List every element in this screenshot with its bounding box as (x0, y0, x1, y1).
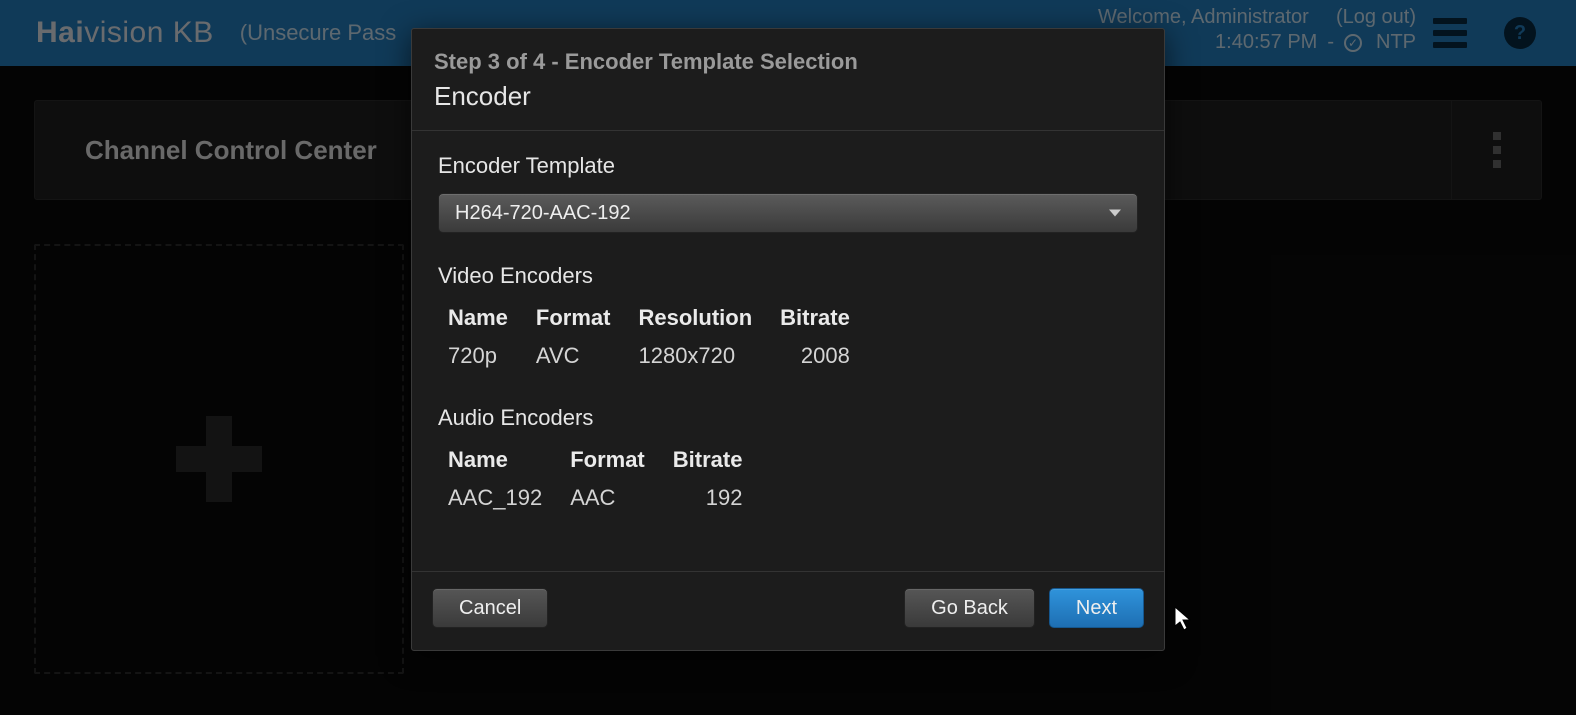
go-back-button[interactable]: Go Back (904, 588, 1035, 628)
cell-format: AVC (536, 337, 639, 375)
audio-encoders-heading: Audio Encoders (438, 405, 1138, 431)
video-encoders-table: Name Format Resolution Bitrate 720p AVC … (448, 299, 878, 375)
cell-name: AAC_192 (448, 479, 570, 517)
chevron-down-icon (1109, 210, 1121, 217)
table-header-row: Name Format Bitrate (448, 441, 770, 479)
modal-overlay: Step 3 of 4 - Encoder Template Selection… (0, 0, 1576, 715)
col-bitrate: Bitrate (780, 299, 878, 337)
audio-encoders-table: Name Format Bitrate AAC_192 AAC 192 (448, 441, 770, 517)
col-resolution: Resolution (638, 299, 780, 337)
encoder-template-modal: Step 3 of 4 - Encoder Template Selection… (411, 28, 1165, 651)
col-name: Name (448, 441, 570, 479)
col-format: Format (570, 441, 673, 479)
col-bitrate: Bitrate (673, 441, 771, 479)
cell-resolution: 1280x720 (638, 337, 780, 375)
cancel-button[interactable]: Cancel (432, 588, 548, 628)
col-format: Format (536, 299, 639, 337)
modal-title: Encoder (434, 81, 1142, 112)
video-encoders-heading: Video Encoders (438, 263, 1138, 289)
modal-header: Step 3 of 4 - Encoder Template Selection… (412, 29, 1164, 131)
col-name: Name (448, 299, 536, 337)
modal-body: Encoder Template H264-720-AAC-192 Video … (412, 131, 1164, 571)
encoder-template-label: Encoder Template (438, 153, 1138, 179)
encoder-template-value: H264-720-AAC-192 (455, 202, 631, 225)
modal-footer: Cancel Go Back Next (412, 571, 1164, 650)
cell-format: AAC (570, 479, 673, 517)
cell-bitrate: 2008 (780, 337, 878, 375)
table-row: 720p AVC 1280x720 2008 (448, 337, 878, 375)
modal-step-indicator: Step 3 of 4 - Encoder Template Selection (434, 49, 1142, 75)
table-row: AAC_192 AAC 192 (448, 479, 770, 517)
encoder-template-select[interactable]: H264-720-AAC-192 (438, 193, 1138, 233)
table-header-row: Name Format Resolution Bitrate (448, 299, 878, 337)
next-button[interactable]: Next (1049, 588, 1144, 628)
cell-name: 720p (448, 337, 536, 375)
cell-bitrate: 192 (673, 479, 771, 517)
